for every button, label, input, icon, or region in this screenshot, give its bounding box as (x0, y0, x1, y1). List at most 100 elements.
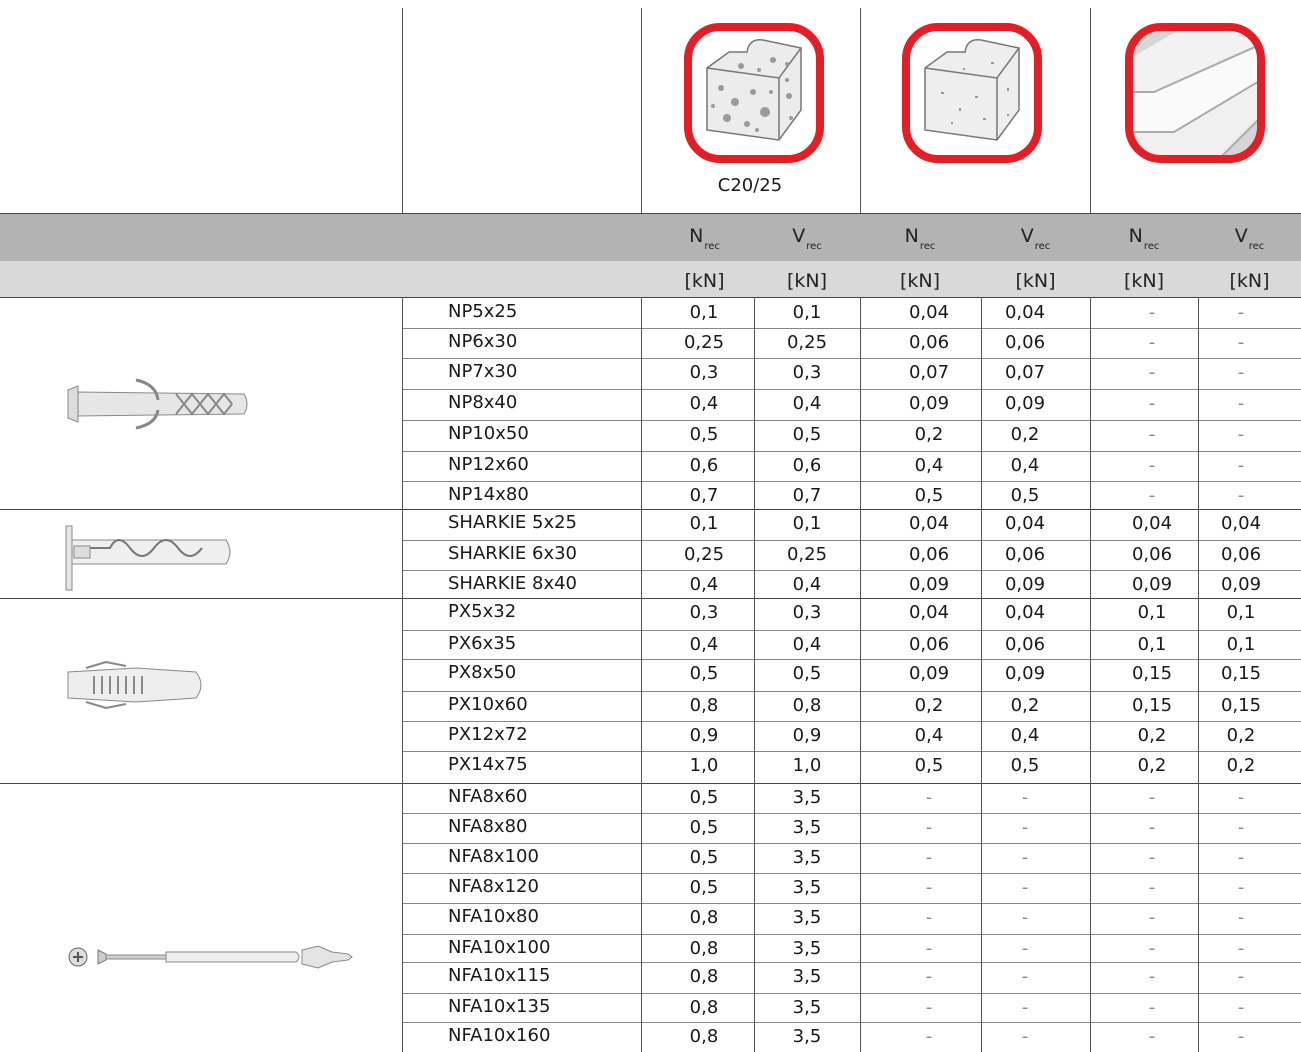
value-cell: - (925, 938, 933, 959)
column-divider (754, 297, 755, 1052)
row-divider (0, 598, 1301, 599)
value-cell: - (1021, 1026, 1029, 1047)
value-cell: - (925, 966, 933, 987)
unit-col1: [kN] (684, 270, 725, 292)
value-cell: 0,2 (1010, 695, 1040, 716)
product-name: NFA8x120 (448, 876, 539, 897)
column-divider (1090, 8, 1091, 213)
row-divider (402, 691, 1301, 692)
value-cell: 0,5 (689, 424, 719, 445)
unit-col2: [kN] (786, 270, 828, 292)
value-cell: 3,5 (792, 1026, 822, 1047)
row-divider (402, 934, 1301, 935)
header-n-col3: Nrec (1090, 225, 1198, 258)
value-cell: 0,04 (1220, 513, 1262, 534)
product-name: NFA10x135 (448, 996, 551, 1017)
product-name: NP8x40 (448, 392, 518, 413)
value-cell: 0,5 (689, 663, 719, 684)
value-cell: - (1237, 362, 1245, 383)
solid-concrete-block-icon (683, 22, 825, 168)
value-cell: 3,5 (792, 907, 822, 928)
column-divider (1090, 297, 1091, 1052)
value-cell: - (925, 847, 933, 868)
product-name: PX14x75 (448, 754, 528, 775)
value-cell: - (1237, 302, 1245, 323)
product-name: NFA8x80 (448, 816, 528, 837)
row-divider (0, 213, 1301, 214)
unit-col5: [kN] (1123, 270, 1165, 292)
product-name: NP14x80 (448, 484, 529, 505)
product-name: NFA8x100 (448, 846, 539, 867)
product-name: NP12x60 (448, 454, 529, 475)
value-cell: 0,5 (1010, 755, 1040, 776)
value-cell: 0,04 (1004, 602, 1046, 623)
value-cell: 0,8 (792, 695, 822, 716)
value-cell: - (1237, 966, 1245, 987)
value-cell: 0,3 (689, 362, 719, 383)
value-cell: - (1148, 485, 1156, 506)
value-cell: - (1021, 997, 1029, 1018)
row-divider (402, 1022, 1301, 1023)
value-cell: 0,7 (689, 485, 719, 506)
value-cell: - (1021, 787, 1029, 808)
unit-col6: [kN] (1229, 270, 1270, 292)
value-cell: 0,04 (1004, 513, 1046, 534)
header-v-col3: Vrec (1198, 225, 1301, 258)
product-name: NFA8x60 (448, 786, 528, 807)
value-cell: 3,5 (792, 966, 822, 987)
value-cell: - (1021, 966, 1029, 987)
value-cell: 0,3 (792, 602, 822, 623)
product-name: PX5x32 (448, 601, 517, 622)
value-cell: 0,15 (1131, 663, 1173, 684)
value-cell: 0,09 (1004, 574, 1046, 595)
value-cell: - (1237, 938, 1245, 959)
row-divider (402, 481, 1301, 482)
product-name: NP6x30 (448, 331, 518, 352)
value-cell: - (1237, 817, 1245, 838)
header-n-col2: Nrec (860, 225, 980, 258)
value-cell: 0,04 (1004, 302, 1046, 323)
value-cell: 0,1 (1137, 634, 1167, 655)
value-cell: 0,8 (689, 938, 719, 959)
header-v-col2: Vrec (981, 225, 1090, 258)
row-divider (402, 358, 1301, 359)
concrete-grade-label: C20/25 (717, 175, 783, 196)
value-cell: 0,8 (689, 966, 719, 987)
value-cell: 0,4 (1010, 455, 1040, 476)
px-plug-icon (66, 660, 206, 714)
value-cell: 0,6 (689, 455, 719, 476)
rec-subscript: rec (919, 241, 936, 252)
value-cell: 0,04 (908, 602, 950, 623)
value-cell: - (1021, 817, 1029, 838)
row-divider (402, 630, 1301, 631)
value-cell: 1,0 (792, 755, 822, 776)
rec-subscript: rec (1143, 241, 1160, 252)
row-divider (402, 420, 1301, 421)
value-cell: 0,8 (689, 997, 719, 1018)
row-divider (402, 813, 1301, 814)
value-cell: 0,2 (914, 695, 944, 716)
value-cell: - (1148, 877, 1156, 898)
row-divider (402, 540, 1301, 541)
value-cell: - (925, 907, 933, 928)
value-cell: 0,4 (689, 634, 719, 655)
value-cell: 0,3 (689, 602, 719, 623)
header-n-col1: Nrec (641, 225, 768, 258)
value-cell: - (1148, 332, 1156, 353)
value-cell: - (1021, 938, 1029, 959)
product-name: NP5x25 (448, 301, 518, 322)
value-cell: 0,8 (689, 1026, 719, 1047)
value-cell: - (925, 997, 933, 1018)
value-cell: 0,5 (1010, 485, 1040, 506)
row-divider (402, 962, 1301, 963)
value-cell: - (1237, 332, 1245, 353)
value-cell: 0,2 (1226, 725, 1256, 746)
product-name: PX10x60 (448, 694, 528, 715)
value-cell: 0,1 (1137, 602, 1167, 623)
value-cell: - (1021, 907, 1029, 928)
row-divider (402, 903, 1301, 904)
value-cell: 0,06 (1004, 332, 1046, 353)
value-cell: 0,4 (914, 455, 944, 476)
column-divider (402, 8, 403, 213)
value-cell: 0,09 (908, 663, 950, 684)
